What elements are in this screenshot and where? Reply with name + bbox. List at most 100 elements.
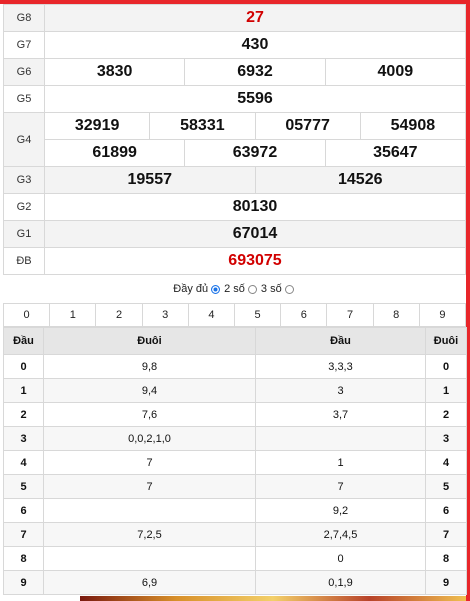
prize-row-g7: G7 430	[3, 31, 466, 59]
digit-button[interactable]: 5	[234, 304, 280, 326]
digit-button[interactable]: 6	[280, 304, 326, 326]
prize-row-g1: G1 67014	[3, 220, 466, 248]
prize-value: 80130	[44, 193, 466, 221]
prize-value: 61899	[92, 144, 137, 161]
prize-value: 5596	[44, 85, 466, 113]
digit-button[interactable]: 3	[141, 304, 188, 326]
prize-value: 430	[44, 31, 466, 59]
loto-key-right: 0	[425, 354, 467, 379]
loto-table: Đầu Đuôi Đầu Đuôi 0 9,8 3,3,3 0 1 9,4 3 1 2 7,6 3,…	[3, 327, 467, 595]
prize-value: 27	[44, 4, 466, 32]
loto-tails: 6,9	[43, 570, 256, 595]
loto-key-right: 5	[425, 474, 467, 499]
digit-button[interactable]: 9	[418, 304, 465, 326]
loto-tails: 0,0,2,1,0	[43, 426, 256, 451]
loto-key: 9	[3, 570, 44, 595]
loto-key: 1	[3, 378, 44, 403]
radio-full[interactable]	[211, 284, 221, 294]
loto-heads	[255, 426, 426, 451]
header-dau-right: Đầu	[255, 327, 426, 355]
digit-button[interactable]: 7	[326, 304, 372, 326]
table-row: 5775	[3, 474, 467, 499]
digit-button[interactable]: 8	[372, 304, 419, 326]
radio-three-digits[interactable]	[284, 284, 294, 294]
table-row: 9 6,9 0,1,9 9	[3, 570, 467, 595]
table-row: 808	[3, 546, 467, 571]
prize-value: 35647	[324, 140, 465, 166]
prize-label: G7	[3, 31, 45, 59]
loto-key: 5	[3, 474, 44, 499]
option-three-label: 3 số	[260, 283, 282, 295]
special-prize-value: 693075	[44, 247, 466, 275]
loto-tails: 7	[43, 450, 256, 475]
table-row: 2 7,6 3,7 2	[3, 402, 467, 427]
loto-tails: 9,4	[43, 378, 256, 403]
prize-value: 3830	[96, 63, 133, 80]
prize-label: G4	[3, 112, 45, 167]
prize-value: 05777	[254, 113, 360, 139]
loto-heads: 7	[255, 474, 426, 499]
loto-tails: 9,8	[43, 354, 256, 379]
prize-row-special: ĐB 693075	[3, 247, 466, 275]
loto-key-right: 9	[425, 570, 467, 595]
prize-label: G1	[3, 220, 45, 248]
loto-heads: 9,2	[255, 498, 426, 523]
option-two-label: 2 số	[224, 283, 245, 295]
header-dau: Đầu	[3, 327, 44, 355]
loto-key: 2	[3, 402, 44, 427]
loto-key: 8	[3, 546, 44, 571]
prize-label: G8	[3, 4, 45, 32]
loto-heads: 0	[255, 546, 426, 571]
prize-value: 19557	[127, 171, 173, 188]
loto-heads: 3,3,3	[255, 354, 426, 379]
loto-tails	[43, 546, 256, 571]
loto-heads: 2,7,4,5	[255, 522, 426, 547]
radio-two-digits[interactable]	[247, 284, 257, 294]
prize-table: G8 27 G7 430 G6 3830 6932 4009 G5 5596 G…	[3, 4, 466, 275]
option-full-label: Đầy đủ	[173, 283, 209, 295]
prize-row-g2: G2 80130	[3, 193, 466, 221]
prize-value: 6932	[184, 59, 324, 85]
loto-key: 4	[3, 450, 44, 475]
loto-heads: 1	[255, 450, 426, 475]
table-row: 3 0,0,2,1,0 3	[3, 426, 467, 451]
digit-button[interactable]: 4	[187, 304, 234, 326]
loto-key-right: 6	[425, 498, 467, 523]
loto-heads: 0,1,9	[255, 570, 426, 595]
loto-tails	[43, 498, 256, 523]
prize-label: G3	[3, 166, 45, 194]
loto-key-right: 3	[425, 426, 467, 451]
digit-button[interactable]: 2	[95, 304, 141, 326]
table-row: 7 7,2,5 2,7,4,5 7	[3, 522, 467, 547]
loto-heads: 3	[255, 378, 426, 403]
prize-value: 4009	[324, 59, 465, 85]
prize-label: G5	[3, 85, 45, 113]
prize-row-g6: G6 3830 6932 4009	[3, 58, 466, 86]
loto-key: 3	[3, 426, 44, 451]
table-row: 6 9,2 6	[3, 498, 467, 523]
results-container: G8 27 G7 430 G6 3830 6932 4009 G5 5596 G…	[3, 4, 467, 595]
prize-value: 67014	[44, 220, 466, 248]
digit-button[interactable]: 1	[49, 304, 95, 326]
digit-button[interactable]: 0	[4, 304, 49, 326]
prize-value: 32919	[74, 117, 120, 134]
prize-value: 54908	[359, 113, 465, 139]
loto-key: 0	[3, 354, 44, 379]
loto-tails: 7	[43, 474, 256, 499]
loto-key: 7	[3, 522, 44, 547]
table-row: 1 9,4 3 1	[3, 378, 467, 403]
prize-label: G6	[3, 58, 45, 86]
ad-banner-strip	[80, 596, 466, 601]
loto-key-right: 1	[425, 378, 467, 403]
prize-value: 58331	[149, 113, 254, 139]
prize-label: G2	[3, 193, 45, 221]
loto-key-right: 8	[425, 546, 467, 571]
loto-key-right: 4	[425, 450, 467, 475]
prize-value: 63972	[184, 140, 324, 166]
table-row: 0 9,8 3,3,3 0	[3, 354, 467, 379]
prize-value: 14526	[254, 167, 466, 193]
prize-row-g4: G4 32919 58331 05777 54908 61899 63972 3…	[3, 112, 466, 167]
prize-row-g5: G5 5596	[3, 85, 466, 113]
loto-header-row: Đầu Đuôi Đầu Đuôi	[3, 327, 467, 355]
prize-label: ĐB	[3, 247, 45, 275]
